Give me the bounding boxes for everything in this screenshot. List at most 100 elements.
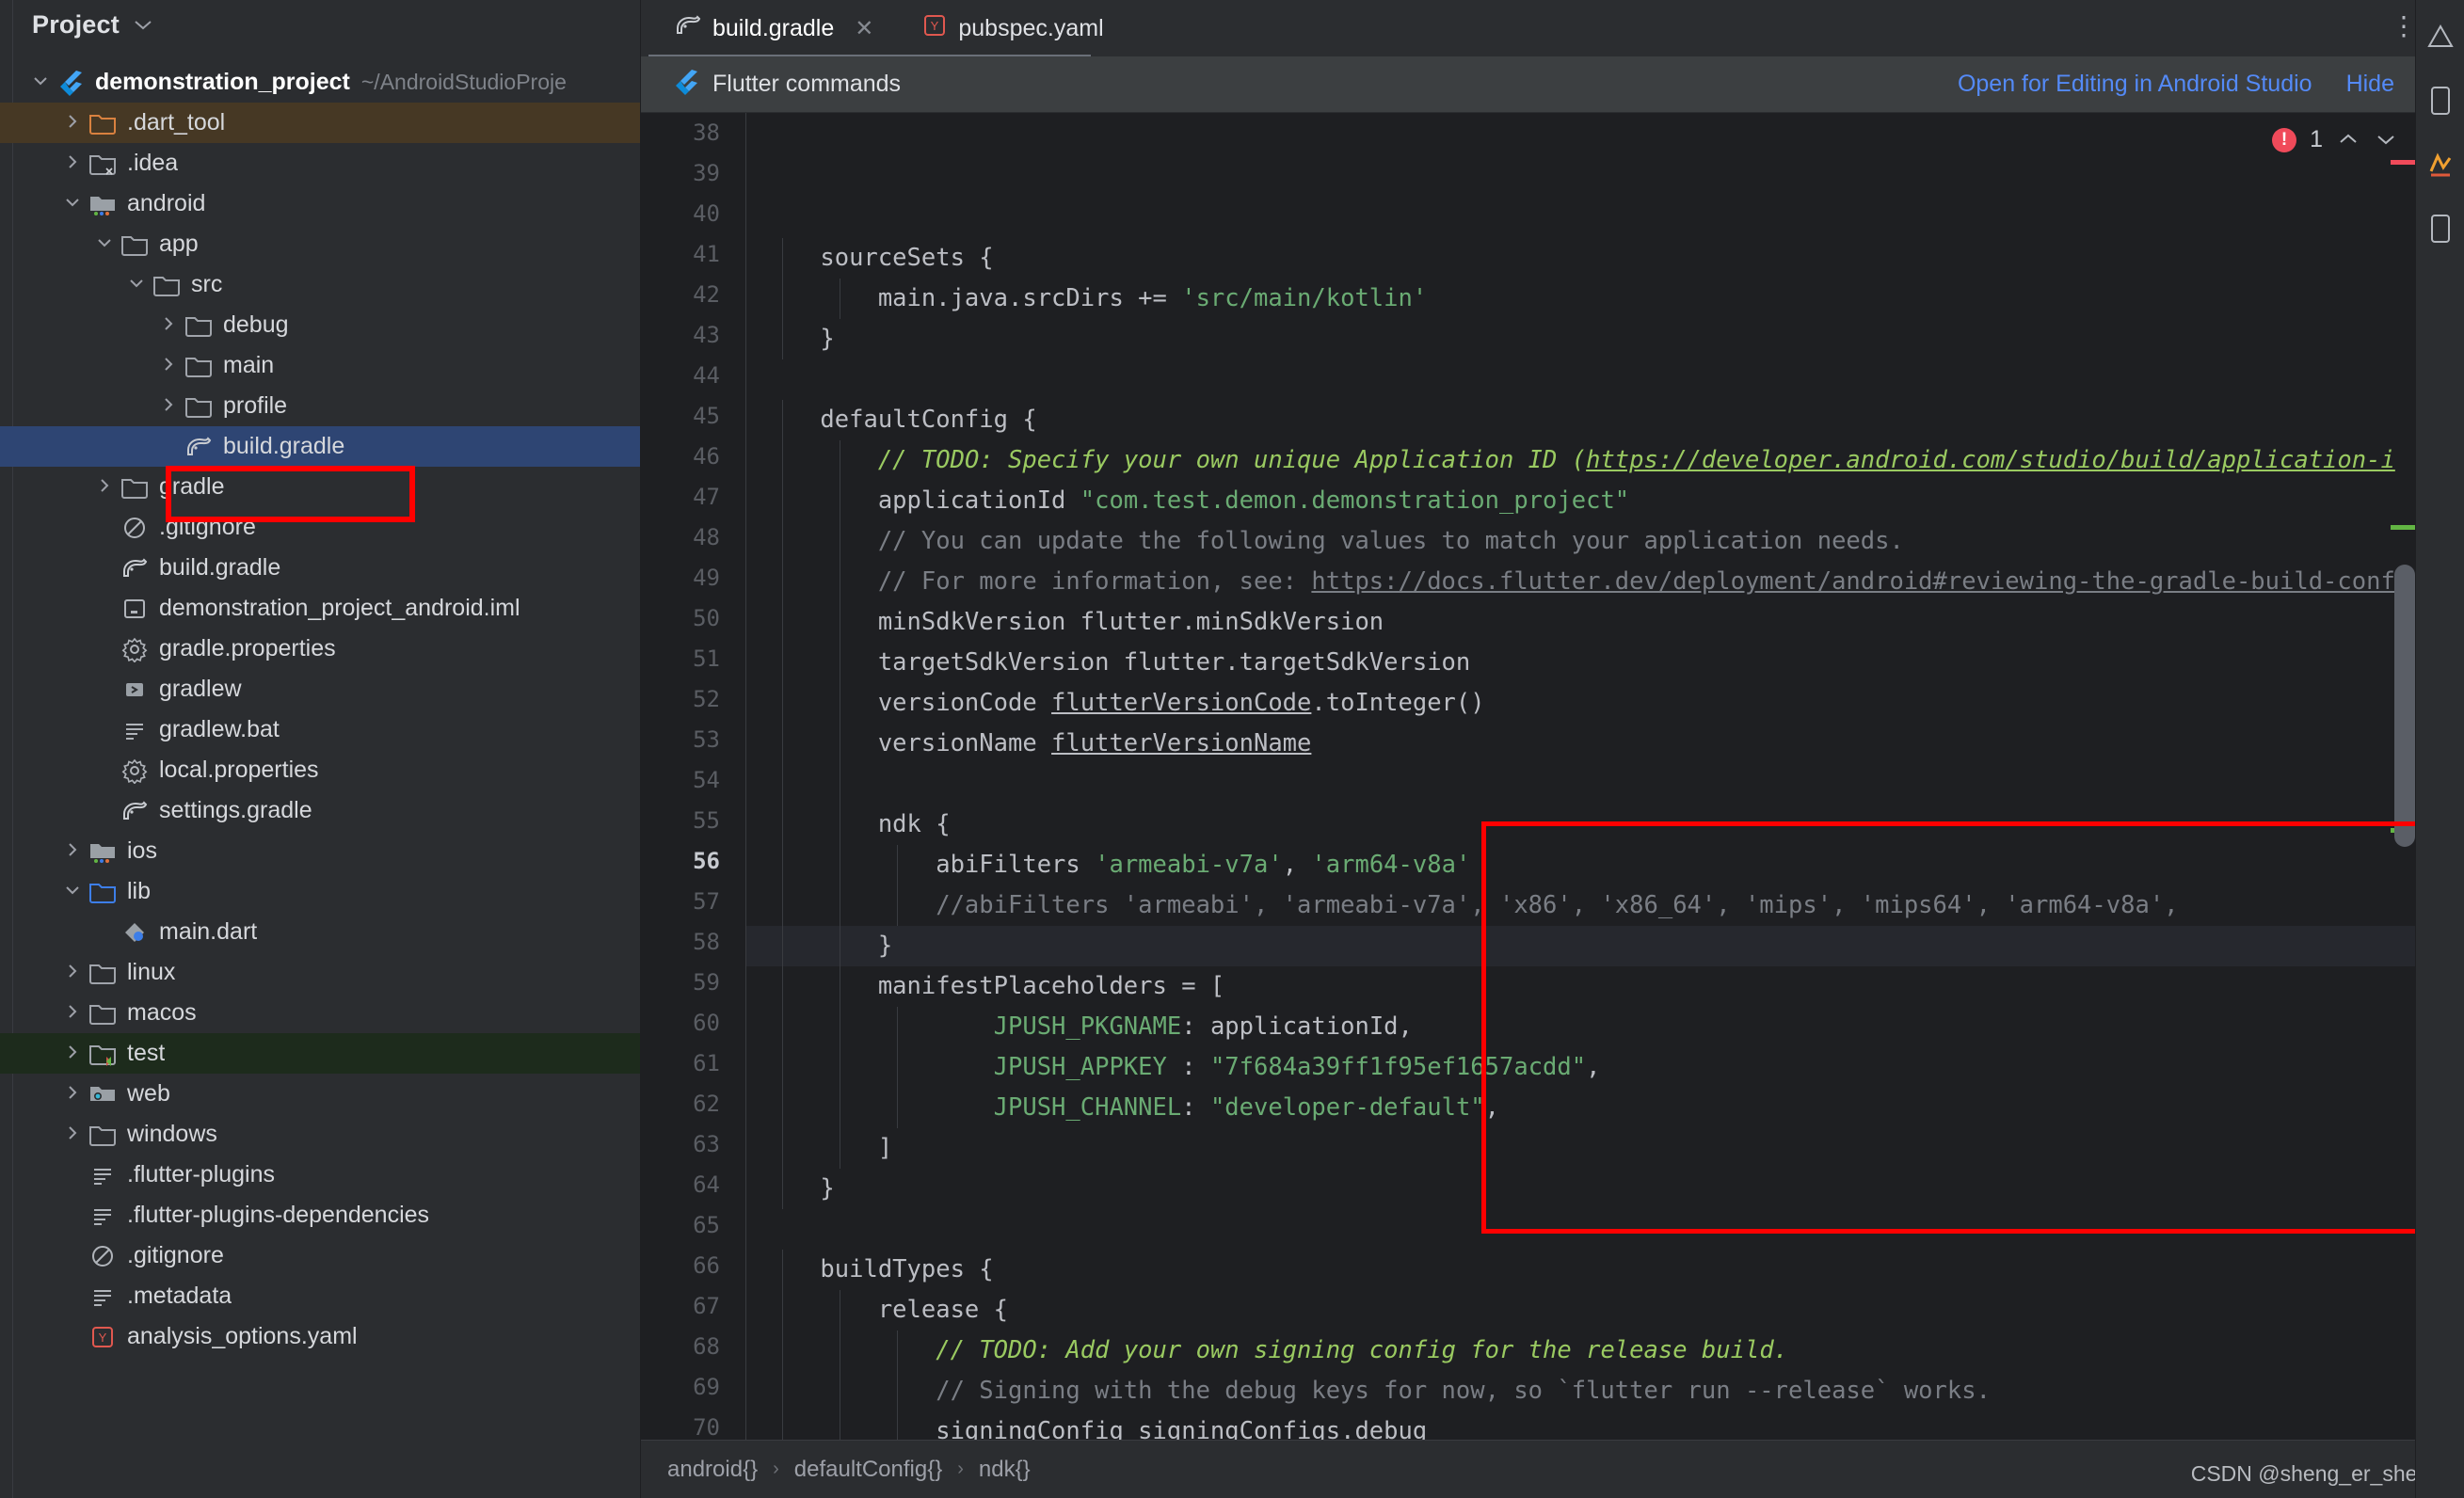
chevron-right-icon[interactable]	[154, 355, 183, 377]
tree-item-demonstration-project[interactable]: demonstration_project ~/AndroidStudioProj…	[0, 62, 640, 103]
chevron-right-icon[interactable]	[58, 1083, 87, 1106]
chevron-right-icon[interactable]	[58, 152, 87, 175]
chevron-up-icon[interactable]	[2336, 128, 2360, 152]
tree-item-src[interactable]: src	[0, 264, 640, 305]
tree-item-web[interactable]: web	[0, 1074, 640, 1114]
tree-item-debug[interactable]: debug	[0, 305, 640, 345]
code-line[interactable]: // TODO: Specify your own unique Applica…	[746, 440, 2464, 481]
tree-item--metadata[interactable]: .metadata	[0, 1276, 640, 1316]
code-line[interactable]: minSdkVersion flutter.minSdkVersion	[746, 602, 2464, 643]
chevron-down-icon[interactable]	[122, 276, 151, 294]
chevron-right-icon[interactable]	[58, 1043, 87, 1065]
tree-item--flutter-plugins-dependencies[interactable]: .flutter-plugins-dependencies	[0, 1195, 640, 1235]
editor-scrollbar-thumb[interactable]	[2394, 565, 2415, 847]
code-content[interactable]: sourceSets { main.java.srcDirs += 'src/m…	[746, 113, 2464, 1440]
code-line[interactable]: versionCode flutterVersionCode.toInteger…	[746, 683, 2464, 724]
code-line[interactable]: main.java.srcDirs += 'src/main/kotlin'	[746, 279, 2464, 319]
code-line[interactable]: release {	[746, 1290, 2464, 1331]
chevron-down-icon[interactable]	[90, 235, 119, 253]
chevron-down-icon[interactable]	[133, 14, 153, 35]
code-line[interactable]: buildTypes {	[746, 1250, 2464, 1290]
tree-item-analysis-options-yaml[interactable]: Yanalysis_options.yaml	[0, 1316, 640, 1357]
tree-item-local-properties[interactable]: local.properties	[0, 750, 640, 790]
tree-item-settings-gradle[interactable]: settings.gradle	[0, 790, 640, 831]
chevron-down-icon[interactable]	[58, 883, 87, 900]
tree-item-test[interactable]: test	[0, 1033, 640, 1074]
inspection-widget[interactable]: ! 1	[2272, 126, 2398, 153]
project-panel-header[interactable]: Project	[0, 0, 640, 49]
code-line[interactable]: ]	[746, 1128, 2464, 1169]
chevron-right-icon[interactable]	[58, 1002, 87, 1025]
more-options-icon[interactable]: ⋮	[2391, 13, 2417, 40]
code-line[interactable]: JPUSH_PKGNAME: applicationId,	[746, 1007, 2464, 1047]
code-line[interactable]: JPUSH_CHANNEL: "developer-default",	[746, 1088, 2464, 1128]
project-file-tree[interactable]: demonstration_project ~/AndroidStudioProj…	[0, 49, 640, 1357]
code-line[interactable]: // For more information, see: https://do…	[746, 562, 2464, 602]
tree-item-ios[interactable]: ios	[0, 831, 640, 871]
breadcrumb-item-0[interactable]: android{}	[667, 1457, 758, 1483]
tree-item--dart-tool[interactable]: .dart_tool	[0, 103, 640, 143]
chevron-right-icon[interactable]	[58, 112, 87, 135]
tree-item-windows[interactable]: windows	[0, 1114, 640, 1155]
chevron-right-icon[interactable]	[90, 476, 119, 499]
device-file-explorer-icon[interactable]	[2424, 213, 2456, 245]
tab-build-gradle[interactable]: build.gradle ✕	[667, 0, 892, 56]
code-line[interactable]: // You can update the following values t…	[746, 521, 2464, 562]
code-line[interactable]: }	[746, 926, 2464, 966]
tree-item-android[interactable]: android	[0, 183, 640, 224]
code-line[interactable]: signingConfig signingConfigs.debug	[746, 1411, 2464, 1440]
code-line[interactable]: applicationId "com.test.demon.demonstrat…	[746, 481, 2464, 521]
code-line[interactable]: defaultConfig {	[746, 400, 2464, 440]
tree-item-build-gradle[interactable]: build.gradle	[0, 548, 640, 588]
flutter-performance-icon[interactable]	[2424, 149, 2456, 181]
tree-item-linux[interactable]: linux	[0, 952, 640, 993]
tree-item-macos[interactable]: macos	[0, 993, 640, 1033]
chevron-right-icon[interactable]	[58, 962, 87, 984]
tree-item-demonstration-project-android-iml[interactable]: demonstration_project_android.iml	[0, 588, 640, 629]
code-line[interactable]	[746, 764, 2464, 805]
tree-item-gradle[interactable]: gradle	[0, 467, 640, 507]
code-line[interactable]	[746, 359, 2464, 400]
device-manager-icon[interactable]	[2424, 85, 2456, 117]
tree-item-lib[interactable]: lib	[0, 871, 640, 912]
tree-item-profile[interactable]: profile	[0, 386, 640, 426]
code-line[interactable]: abiFilters 'armeabi-v7a', 'arm64-v8a'	[746, 845, 2464, 885]
breadcrumb-item-1[interactable]: defaultConfig{}	[794, 1457, 942, 1483]
tree-item-app[interactable]: app	[0, 224, 640, 264]
code-line[interactable]: JPUSH_APPKEY : "7f684a39ff1f95ef1657acdd…	[746, 1047, 2464, 1088]
code-line[interactable]: sourceSets {	[746, 238, 2464, 279]
open-in-android-studio-link[interactable]: Open for Editing in Android Studio	[1958, 71, 2312, 98]
code-line[interactable]: versionName flutterVersionName	[746, 724, 2464, 764]
code-line[interactable]	[746, 198, 2464, 238]
tree-item-gradlew[interactable]: gradlew	[0, 669, 640, 709]
code-editor[interactable]: 38 39 40 41 42 43 44 45 46 47 48 49 50 51 52 53 54 55 56 57…	[641, 113, 2464, 1440]
tree-item-main-dart[interactable]: main.dart	[0, 912, 640, 952]
chevron-down-icon[interactable]	[2374, 128, 2398, 152]
code-line[interactable]: // Signing with the debug keys for now, …	[746, 1371, 2464, 1411]
breadcrumb-item-2[interactable]: ndk{}	[979, 1457, 1031, 1483]
code-line[interactable]: //abiFilters 'armeabi', 'armeabi-v7a', '…	[746, 885, 2464, 926]
tree-item--idea[interactable]: .idea	[0, 143, 640, 183]
chevron-right-icon[interactable]	[58, 1124, 87, 1146]
chevron-down-icon[interactable]	[58, 195, 87, 213]
chevron-right-icon[interactable]	[154, 395, 183, 418]
tree-item--flutter-plugins[interactable]: .flutter-plugins	[0, 1155, 640, 1195]
chevron-right-icon[interactable]	[154, 314, 183, 337]
code-line[interactable]: ndk {	[746, 805, 2464, 845]
flutter-inspector-icon[interactable]	[2424, 21, 2456, 53]
tree-item-gradlew-bat[interactable]: gradlew.bat	[0, 709, 640, 750]
tab-pubspec-yaml[interactable]: Y pubspec.yaml	[915, 0, 1122, 56]
code-line[interactable]: // TODO: Add your own signing config for…	[746, 1331, 2464, 1371]
code-line[interactable]: targetSdkVersion flutter.targetSdkVersio…	[746, 643, 2464, 683]
chevron-right-icon[interactable]	[58, 840, 87, 863]
code-line[interactable]: manifestPlaceholders = [	[746, 966, 2464, 1007]
code-line[interactable]: }	[746, 319, 2464, 359]
tree-item--gitignore[interactable]: .gitignore	[0, 1235, 640, 1276]
hide-notification-link[interactable]: Hide	[2346, 71, 2394, 98]
tree-item-build-gradle[interactable]: build.gradle	[0, 426, 640, 467]
chevron-down-icon[interactable]	[26, 73, 55, 91]
tree-item--gitignore[interactable]: .gitignore	[0, 507, 640, 548]
close-icon[interactable]: ✕	[855, 15, 873, 42]
code-line[interactable]	[746, 1209, 2464, 1250]
tree-item-main[interactable]: main	[0, 345, 640, 386]
